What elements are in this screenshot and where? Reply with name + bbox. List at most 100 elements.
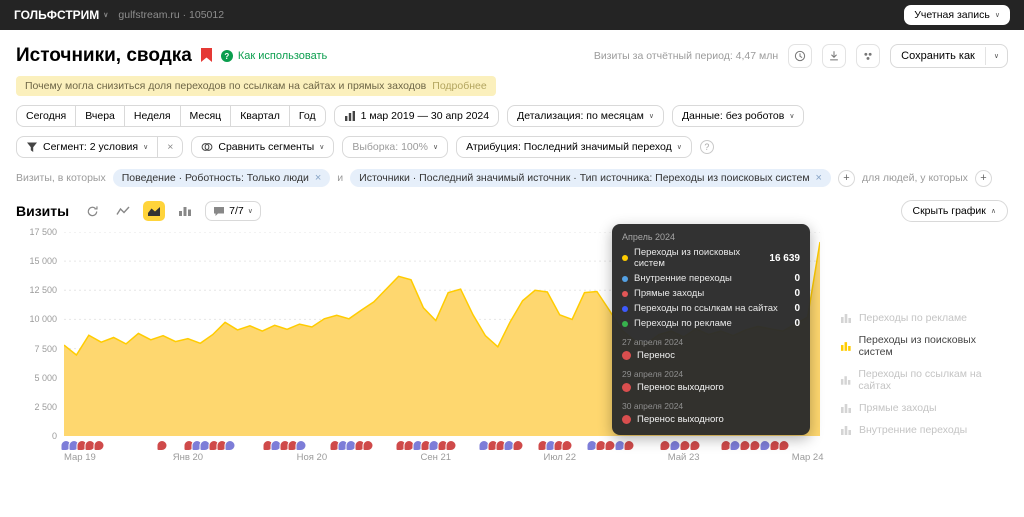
legend-item-ads[interactable]: Переходы по рекламе [840,312,1008,324]
download-button[interactable] [822,44,847,68]
chevron-down-icon: ∨ [648,113,654,120]
date-range-picker[interactable]: 1 мар 2019 — 30 апр 2024 [333,105,500,127]
segment-label: Сегмент: 2 условия [43,141,139,153]
save-as-button[interactable]: Сохранить как ∨ [890,44,1008,68]
how-to-use-label: Как использовать [237,50,328,62]
series-color-dot [622,255,628,261]
visits-area-chart[interactable]: Апрель 2024 Переходы из поисковых систем… [64,224,820,436]
refresh-chart-button[interactable] [81,201,103,221]
chart-area: 0 2 500 5 000 7 500 10 000 12 500 15 000 17 500… [16,224,1008,464]
sampling-label: Выборка: 100% [352,141,428,153]
chevron-down-icon: ∨ [676,144,682,151]
clock-icon [795,50,806,62]
comment-marker[interactable] [93,440,105,451]
legend-item-search[interactable]: Переходы из поисковых систем [840,334,1008,358]
how-to-use-link[interactable]: ? Как использовать [220,50,328,62]
tooltip-note: 27 апреля 2024 Перенос [622,337,684,361]
y-axis-label: 0 [51,431,57,441]
comment-marker[interactable] [445,440,457,451]
legend-item-site-links[interactable]: Переходы по ссылкам на сайтах [840,368,1008,392]
compare-icon [201,143,213,151]
legend-item-internal[interactable]: Внутренние переходы [840,424,1008,436]
chart-title: Визиты [16,203,70,219]
date-range-label: 1 мар 2019 — 30 апр 2024 [360,110,490,122]
legend-chart-icon [840,376,851,385]
visits-in-which-label: Визиты, в которых [16,172,106,184]
comment-marker[interactable] [224,440,236,451]
comments-dropdown[interactable]: 7/7 ∨ [205,201,261,221]
legend-item-direct[interactable]: Прямые заходы [840,402,1008,414]
chevron-down-icon: ∨ [994,12,1000,19]
series-color-dot [622,320,628,327]
save-as-label: Сохранить как [901,50,975,62]
filter-chip-source[interactable]: Источники · Последний значимый источник … [350,169,831,187]
history-button[interactable] [788,44,813,68]
bar-chart-button[interactable] [174,201,196,221]
help-icon: ? [220,50,233,62]
comment-marker[interactable] [512,440,524,451]
data-mode-dropdown[interactable]: Данные: без роботов ∨ [671,105,805,127]
series-color-dot [622,290,628,297]
date-preset-quarter[interactable]: Квартал [230,105,289,127]
compare-segments-dropdown[interactable]: Сравнить сегменты ∨ [191,136,335,158]
date-preset-yesterday[interactable]: Вчера [75,105,124,127]
close-icon[interactable]: × [315,172,321,184]
notice-details-link[interactable]: Подробнее [432,80,486,92]
info-icon[interactable]: ? [699,140,714,154]
download-icon [830,51,839,61]
share-button[interactable] [856,44,881,68]
filter-row: Визиты, в которых Поведение · Роботность… [16,169,1008,187]
date-preset-year[interactable]: Год [288,105,326,127]
comment-marker[interactable] [156,440,168,451]
close-icon[interactable]: × [816,172,822,184]
page-title: Источники, сводка [16,45,192,66]
top-navigation-bar: ГОЛЬФСТРИМ ∨ gulfstream.ru · 105012 Учет… [0,0,1024,30]
y-axis-label: 10 000 [29,314,57,325]
chevron-down-icon[interactable]: ∨ [984,47,1007,65]
counter-name: ГОЛЬФСТРИМ [14,8,100,22]
segment-clear-button[interactable]: × [157,136,184,158]
and-label: и [337,172,344,184]
x-axis-label: Янв 20 [172,452,204,463]
chart-tooltip: Апрель 2024 Переходы из поисковых систем… [612,224,810,435]
filter-chip-label: Источники · Последний значимый источник … [359,172,810,184]
chevron-down-icon: ∨ [143,144,149,151]
segment-dropdown[interactable]: Сегмент: 2 условия ∨ [16,136,158,158]
line-chart-button[interactable] [112,201,134,221]
attribution-label: Атрибуция: Последний значимый переход [466,141,672,153]
tooltip-note: 29 апреля 2024 Перенос выходного [622,369,724,393]
chevron-down-icon: ∨ [247,208,253,215]
legend-chart-icon [840,342,851,351]
date-toolbar: Сегодня Вчера Неделя Месяц Квартал Год 1… [16,105,1008,127]
date-preset-week[interactable]: Неделя [123,105,180,127]
date-preset-month[interactable]: Месяц [179,105,231,127]
counter-selector[interactable]: ГОЛЬФСТРИМ ∨ [14,8,108,22]
add-people-filter-button[interactable]: + [974,169,992,187]
area-chart-button[interactable] [143,201,166,221]
for-people-label: для людей, у которых [861,172,968,184]
hide-chart-button[interactable]: Скрыть график ∧ [900,200,1008,222]
comment-marker[interactable] [362,440,374,451]
sampling-dropdown[interactable]: Выборка: 100% ∨ [342,136,449,158]
comment-bubble-icon [214,206,225,216]
attribution-dropdown[interactable]: Атрибуция: Последний значимый переход ∨ [456,136,692,158]
account-button[interactable]: Учетная запись ∨ [904,5,1010,25]
date-preset-today[interactable]: Сегодня [16,105,76,127]
y-axis-label: 7 500 [34,343,57,354]
legend-chart-icon [841,314,851,323]
chevron-down-icon: ∨ [789,113,795,120]
comment-marker[interactable] [623,440,635,451]
detalization-dropdown[interactable]: Детализация: по месяцам ∨ [507,105,664,127]
tooltip-series-row: Внутренние переходы 0 [622,273,800,284]
bookmark-icon[interactable] [200,48,212,64]
comments-count: 7/7 [229,205,244,217]
x-axis-label: Ноя 20 [296,452,328,463]
compare-segments-label: Сравнить сегменты [218,141,315,153]
comment-marker[interactable] [689,440,700,451]
comment-marker[interactable] [295,440,307,451]
comment-marker[interactable] [561,440,573,451]
comment-marker[interactable] [778,440,790,451]
filter-chip-robots[interactable]: Поведение · Роботность: Только люди × [112,169,331,187]
add-visit-filter-button[interactable]: + [837,169,855,187]
tooltip-note: 30 апреля 2024 Перенос выходного [622,401,724,425]
